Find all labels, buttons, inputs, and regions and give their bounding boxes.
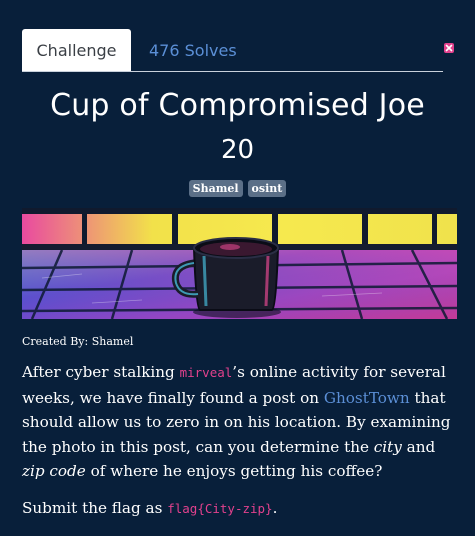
tag-author: Shamel <box>188 180 243 197</box>
tag-category: osint <box>247 180 287 197</box>
challenge-value: 20 <box>220 135 255 165</box>
description-text-5: of where he enjoys getting his coffee? <box>85 462 383 480</box>
modal-tabs: Challenge 476 Solves <box>22 29 443 72</box>
challenge-description: After cyber stalking mirveal’s online ac… <box>22 360 452 484</box>
challenge-banner-image <box>22 208 457 319</box>
close-button[interactable] <box>442 40 456 54</box>
created-by: Created By: Shamel <box>22 335 134 348</box>
tab-challenge-label: Challenge <box>36 40 117 60</box>
submit-suffix: . <box>272 499 278 517</box>
username-code: mirveal <box>179 365 233 380</box>
challenge-tags: Shamel osint <box>0 180 475 197</box>
coffee-mug-illustration <box>22 208 457 319</box>
tab-solves-label: 476 Solves <box>149 40 237 60</box>
challenge-title: Cup of Compromised Joe <box>50 88 425 123</box>
ghosttown-link[interactable]: GhostTown <box>324 389 410 407</box>
flag-format-code: flag{City-zip} <box>167 501 273 516</box>
description-emphasis-zip: zip code <box>22 462 86 480</box>
description-text-4: and <box>401 437 436 456</box>
close-icon <box>444 43 454 53</box>
submit-instructions: Submit the flag as flag{City-zip}. <box>22 496 452 521</box>
description-text-1: After cyber stalking <box>22 363 180 381</box>
tab-challenge[interactable]: Challenge <box>22 29 131 71</box>
submit-prefix: Submit the flag as <box>22 499 168 517</box>
description-emphasis-city: city <box>373 437 402 456</box>
tab-solves[interactable]: 476 Solves <box>149 29 237 71</box>
